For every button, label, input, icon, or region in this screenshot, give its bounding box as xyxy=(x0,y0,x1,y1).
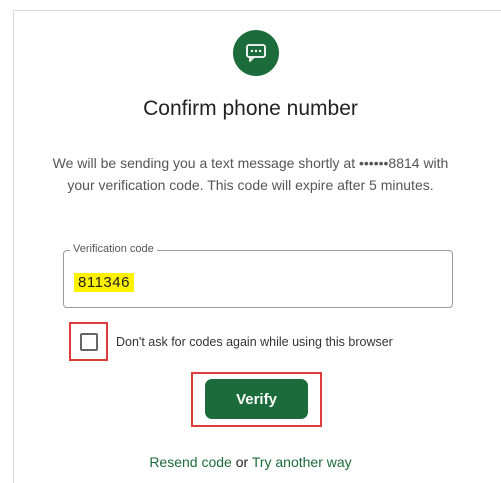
remember-browser-checkbox[interactable] xyxy=(80,333,98,351)
verification-code-value[interactable]: 811346 xyxy=(74,273,134,292)
description-text: We will be sending you a text message sh… xyxy=(0,152,501,196)
page-title: Confirm phone number xyxy=(143,97,358,120)
chat-message-icon xyxy=(233,30,279,76)
verification-code-field[interactable]: Verification code 811346 xyxy=(63,243,453,308)
try-another-way-link[interactable]: Try another way xyxy=(252,454,352,470)
footer-links: Resend code or Try another way xyxy=(0,454,501,470)
verify-button[interactable]: Verify xyxy=(205,379,308,419)
description-line-1: We will be sending you a text message sh… xyxy=(52,155,449,171)
or-text: or xyxy=(235,454,249,470)
remember-browser-label[interactable]: Don't ask for codes again while using th… xyxy=(116,335,393,349)
description-line-2: your verification code. This code will e… xyxy=(67,177,434,193)
verification-code-label: Verification code xyxy=(70,243,157,255)
resend-code-link[interactable]: Resend code xyxy=(149,454,232,470)
